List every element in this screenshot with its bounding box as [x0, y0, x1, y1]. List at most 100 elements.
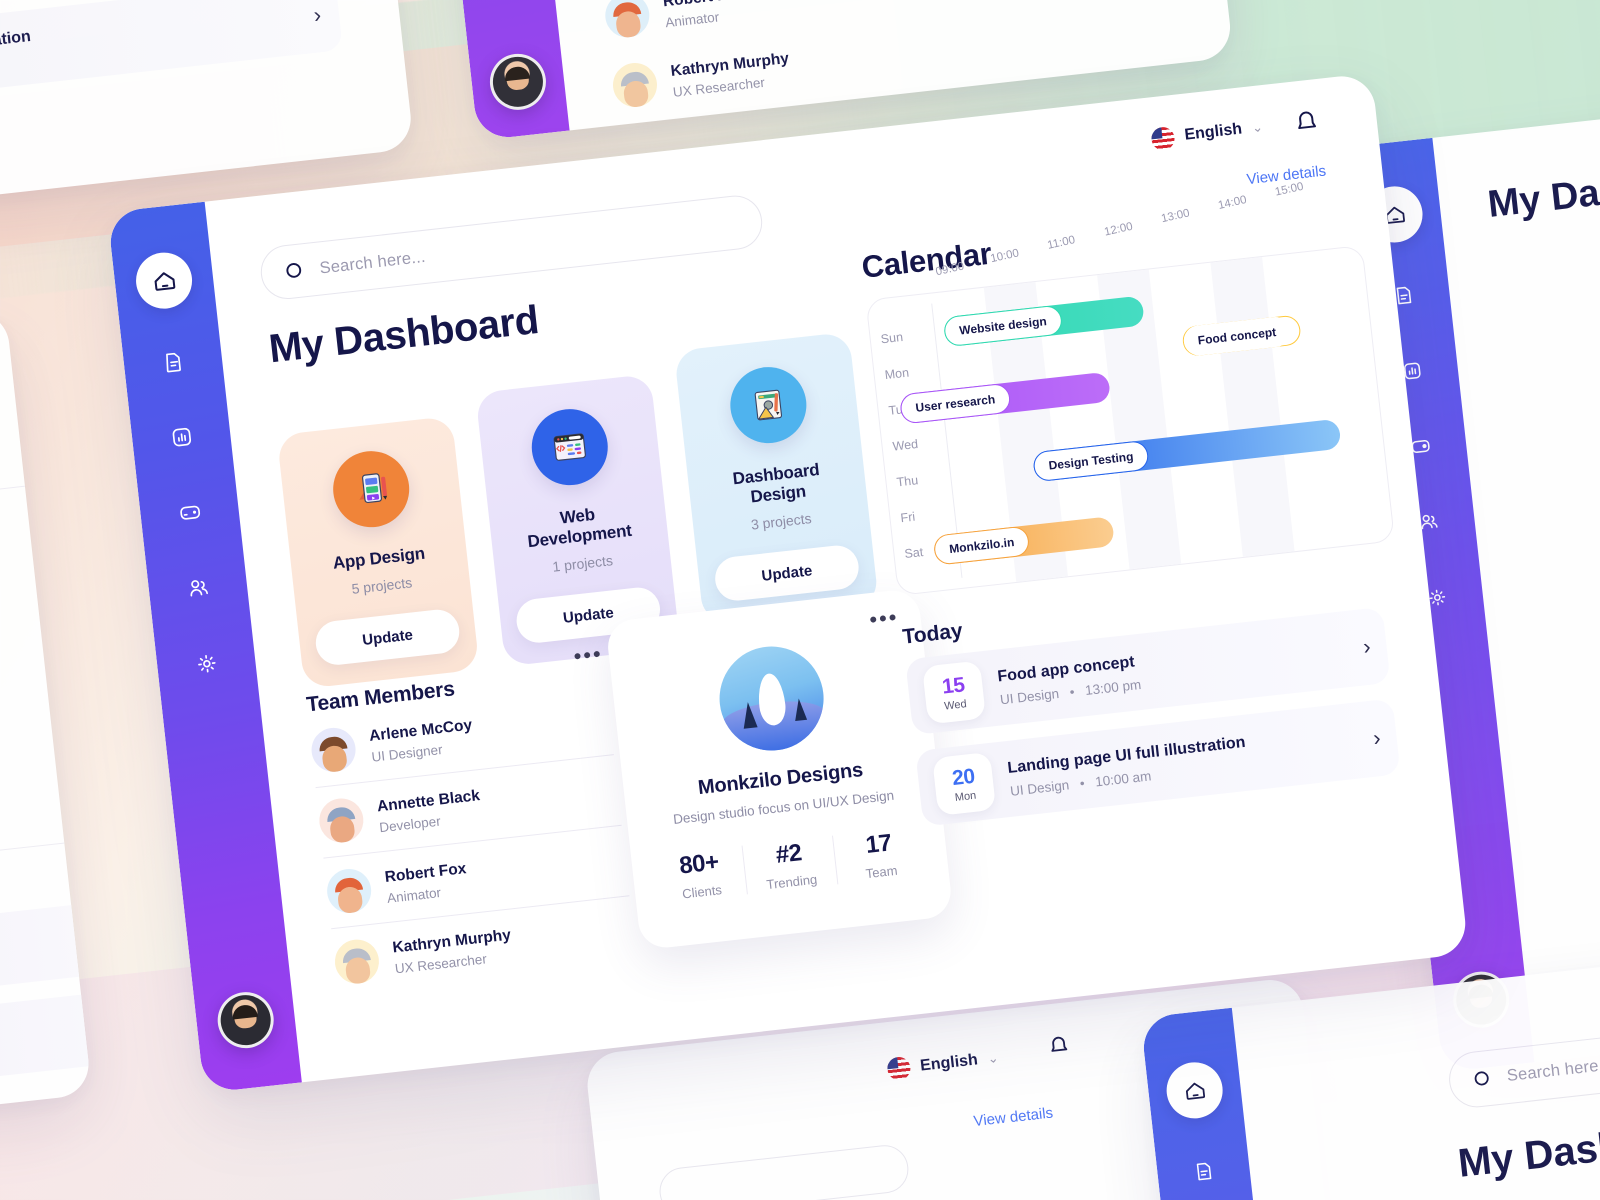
dashboard-window: English ⌄ View details Search here... My…: [107, 72, 1469, 1094]
ghost-page-title: My Dashboard: [1485, 155, 1600, 226]
stat-label: Trending: [765, 871, 818, 893]
time-tick: 10:00: [989, 247, 1021, 266]
ghost-calendar: [0, 469, 93, 864]
language-label: English: [1183, 120, 1243, 144]
search-icon: [1474, 1070, 1489, 1085]
language-selector[interactable]: English ⌄: [1150, 116, 1265, 151]
avatar: [603, 0, 652, 40]
time-tick: 11:00: [1046, 234, 1077, 252]
task-category: UI Design: [999, 685, 1060, 707]
project-card-subtitle: 5 projects: [350, 574, 413, 597]
task-date-badge: 20 Mon: [932, 751, 997, 816]
search-input[interactable]: Search here...: [258, 192, 765, 302]
ruler-pencil-icon: [726, 363, 811, 448]
update-button[interactable]: Update: [313, 607, 462, 668]
us-flag-icon: [1150, 125, 1176, 151]
avatar: [324, 866, 374, 916]
team-members-section: Team Members ••• Arlene McCoy UI Designe…: [305, 641, 638, 999]
project-card-app-design[interactable]: App Design 5 projects Update: [276, 415, 480, 689]
stat-label: Team: [864, 862, 899, 882]
team-menu-button[interactable]: •••: [572, 641, 604, 669]
avatar: [317, 796, 366, 845]
home-icon: [154, 271, 175, 291]
task-day-number: 15: [940, 672, 966, 699]
ghost-language: English ⌄: [886, 1046, 1000, 1082]
sidebar-item-home[interactable]: [133, 249, 195, 312]
day-tick: Sat: [903, 545, 924, 561]
main-content: English ⌄ View details Search here... My…: [205, 73, 1469, 1082]
ghost-member-row: Kathryn Murphy UX Researcher: [610, 46, 793, 110]
ghost-task-row: ›: [0, 984, 93, 1090]
studio-profile-card: ••• Monkzilo Designs Design studio focus…: [605, 587, 954, 951]
project-card-title: App Design: [331, 543, 426, 573]
settings-icon: [197, 654, 216, 673]
mobile-design-icon: [329, 447, 414, 532]
ghost-member-row: Robert Fox Animator: [603, 0, 748, 40]
us-flag-icon: [886, 1055, 912, 1082]
sidebar-item-settings[interactable]: [181, 638, 232, 689]
bell-icon[interactable]: [1291, 107, 1322, 138]
day-tick: Fri: [899, 509, 916, 526]
chevron-right-icon: ›: [312, 1, 323, 28]
time-tick: 12:00: [1103, 220, 1134, 239]
wallet-icon: [179, 505, 200, 520]
ghost-sidebar: [1140, 1007, 1276, 1200]
ghost-search: Search here...: [1446, 1007, 1600, 1111]
page-title: My Dashboard: [266, 297, 541, 372]
studio-stats: 80+ Clients #2 Trending 17 Team: [653, 825, 927, 905]
day-tick: Mon: [884, 365, 910, 383]
monkzilo-leaf-logo: [714, 641, 829, 756]
browser-code-icon: [527, 405, 612, 490]
task-separator: •: [1068, 683, 1076, 700]
chevron-down-icon: ⌄: [1251, 119, 1264, 136]
chevron-right-icon[interactable]: ›: [1362, 634, 1372, 661]
stat-value: 17: [864, 829, 893, 859]
profile-menu-button[interactable]: •••: [868, 604, 900, 632]
document-icon: [165, 352, 181, 372]
ghost-search: [657, 1142, 911, 1200]
ghost-view-details: View details: [972, 1104, 1054, 1131]
task-day-number: 20: [950, 764, 976, 790]
search-placeholder: Search here...: [318, 247, 427, 277]
today-title: Today: [901, 619, 964, 649]
stat-value: #2: [774, 839, 803, 869]
stat-label: Clients: [681, 882, 723, 902]
update-button[interactable]: Update: [712, 543, 861, 603]
chart-icon: [172, 427, 191, 446]
project-card-dashboard-design[interactable]: Dashboard Design 3 projects Update: [673, 331, 879, 625]
chevron-right-icon[interactable]: ›: [1372, 725, 1382, 752]
day-tick: Sun: [880, 329, 904, 347]
avatar: [610, 60, 660, 110]
ghost-language-label: English: [919, 1050, 979, 1075]
header-actions: English ⌄: [1150, 107, 1322, 153]
sidebar-item-team[interactable]: [173, 562, 224, 613]
calendar-gantt-chart[interactable]: 09:00 10:00 11:00 12:00 13:00 14:00 15:0…: [865, 181, 1396, 596]
sidebar-item-wallet[interactable]: [164, 487, 215, 538]
background-panel-left: View details 15:00 oncept › ›: [0, 308, 93, 1142]
task-time: 10:00 am: [1094, 767, 1152, 789]
project-card-title: Web Development: [526, 504, 633, 552]
sidebar-item-documents: [1178, 1146, 1229, 1197]
ghost-task-meta: UI Design • 10:00 am: [0, 51, 34, 92]
avatar: [309, 725, 358, 775]
time-tick: 14:00: [1217, 194, 1248, 212]
day-tick: Wed: [891, 436, 919, 454]
ghost-task-row: ›: [0, 895, 93, 1000]
home-icon: [1185, 1082, 1205, 1100]
users-icon: [189, 579, 208, 597]
time-tick: 13:00: [1160, 207, 1191, 226]
sidebar-item-analytics[interactable]: [156, 411, 207, 462]
bell-icon: [1051, 1036, 1068, 1052]
stat-trending: #2 Trending: [741, 835, 838, 895]
stat-team: 17 Team: [831, 825, 927, 885]
project-card-title: Dashboard Design: [731, 459, 821, 507]
sidebar-item-home: [1163, 1059, 1226, 1122]
search-icon: [286, 263, 302, 278]
ghost-task-row: 20 Mon Landing page UI full illustration…: [0, 0, 343, 120]
stat-clients: 80+ Clients: [653, 846, 747, 905]
task-date-badge: 15 Wed: [922, 660, 987, 725]
sidebar-item-documents[interactable]: [148, 336, 199, 387]
avatar[interactable]: [214, 989, 277, 1052]
chevron-down-icon: ⌄: [986, 1049, 1000, 1066]
task-category: UI Design: [1009, 776, 1070, 799]
